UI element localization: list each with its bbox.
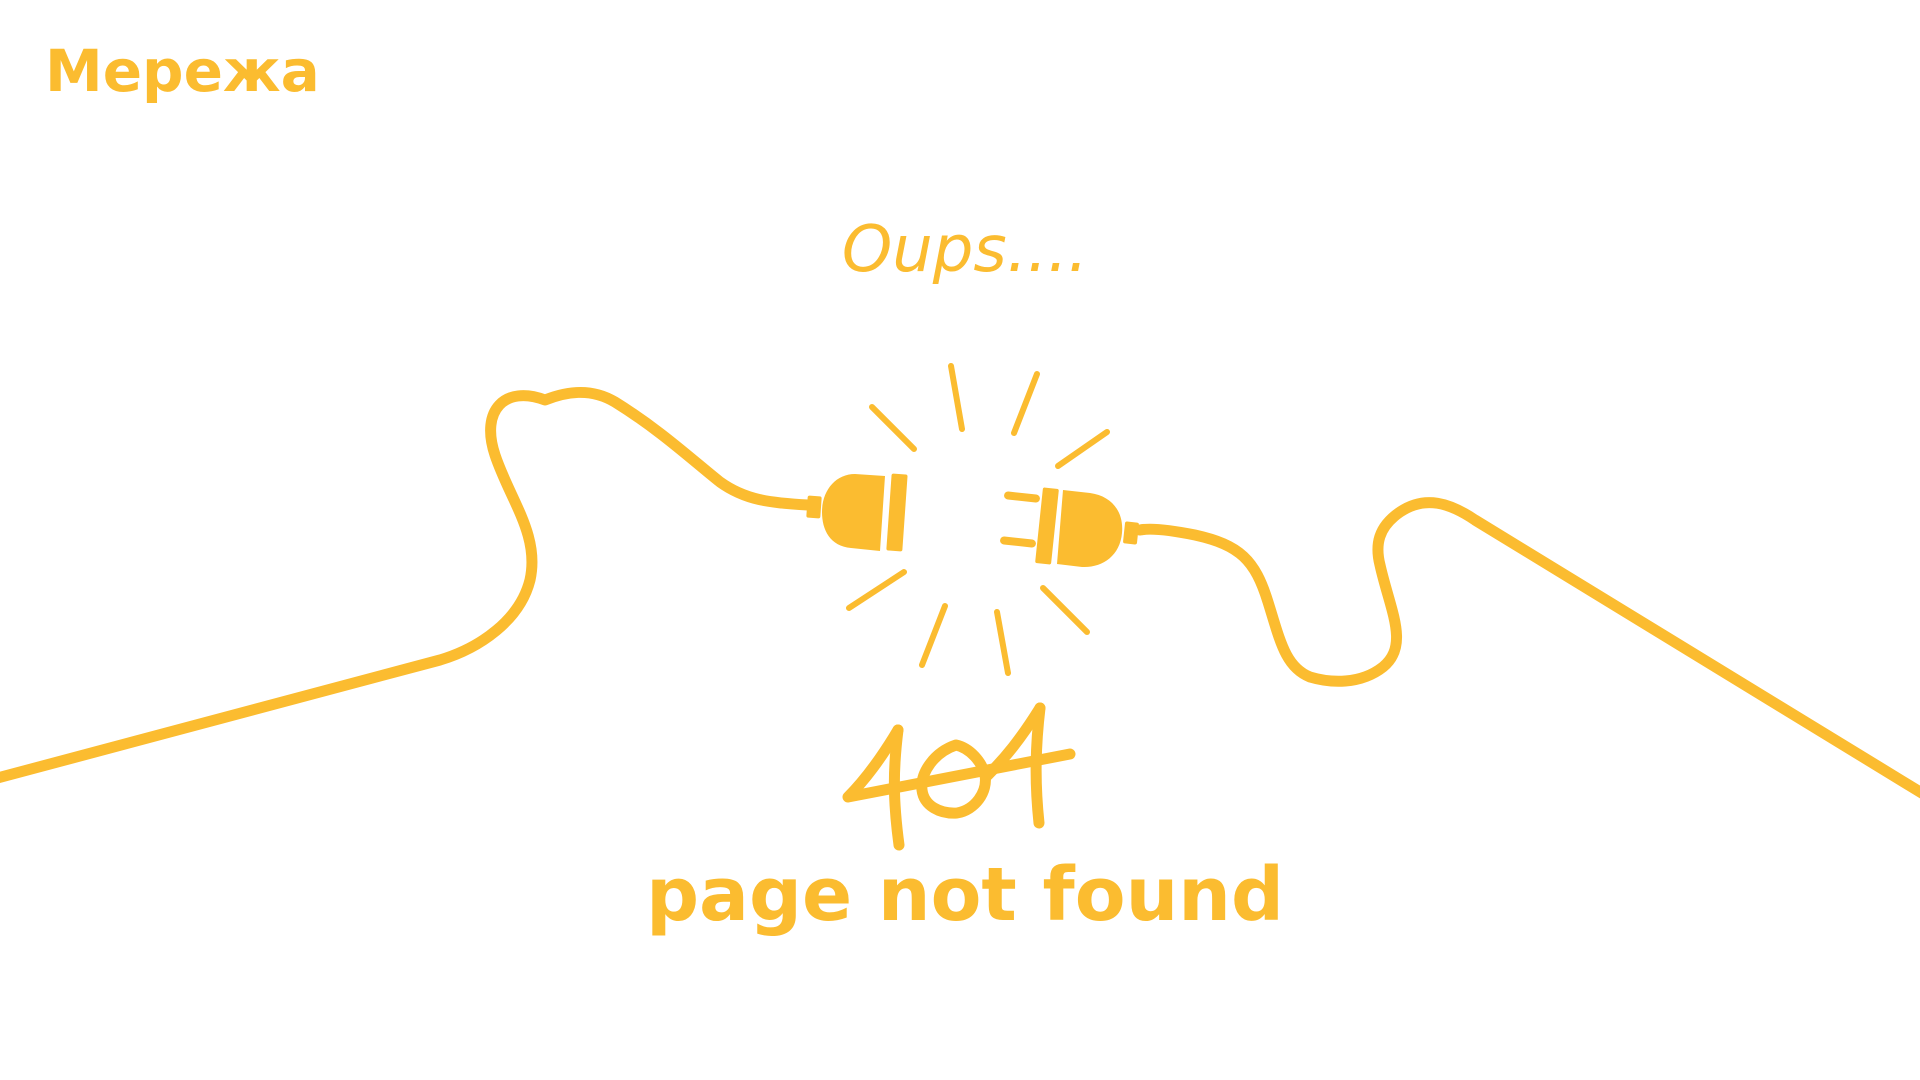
spark-icon	[846, 569, 907, 611]
left-cable	[0, 386, 814, 784]
spark-icon	[1011, 371, 1040, 436]
spark-icon	[994, 609, 1011, 676]
spark-icon	[1055, 429, 1110, 469]
spark-icon	[919, 603, 948, 668]
spark-icon	[1040, 585, 1090, 635]
error-code-404	[842, 702, 1076, 851]
socket-icon	[1000, 487, 1139, 568]
spark-icon	[948, 363, 965, 432]
right-cable	[1134, 497, 1920, 799]
plug-icon	[806, 473, 908, 552]
error-message: page not found	[646, 852, 1284, 938]
spark-icon	[869, 404, 917, 452]
